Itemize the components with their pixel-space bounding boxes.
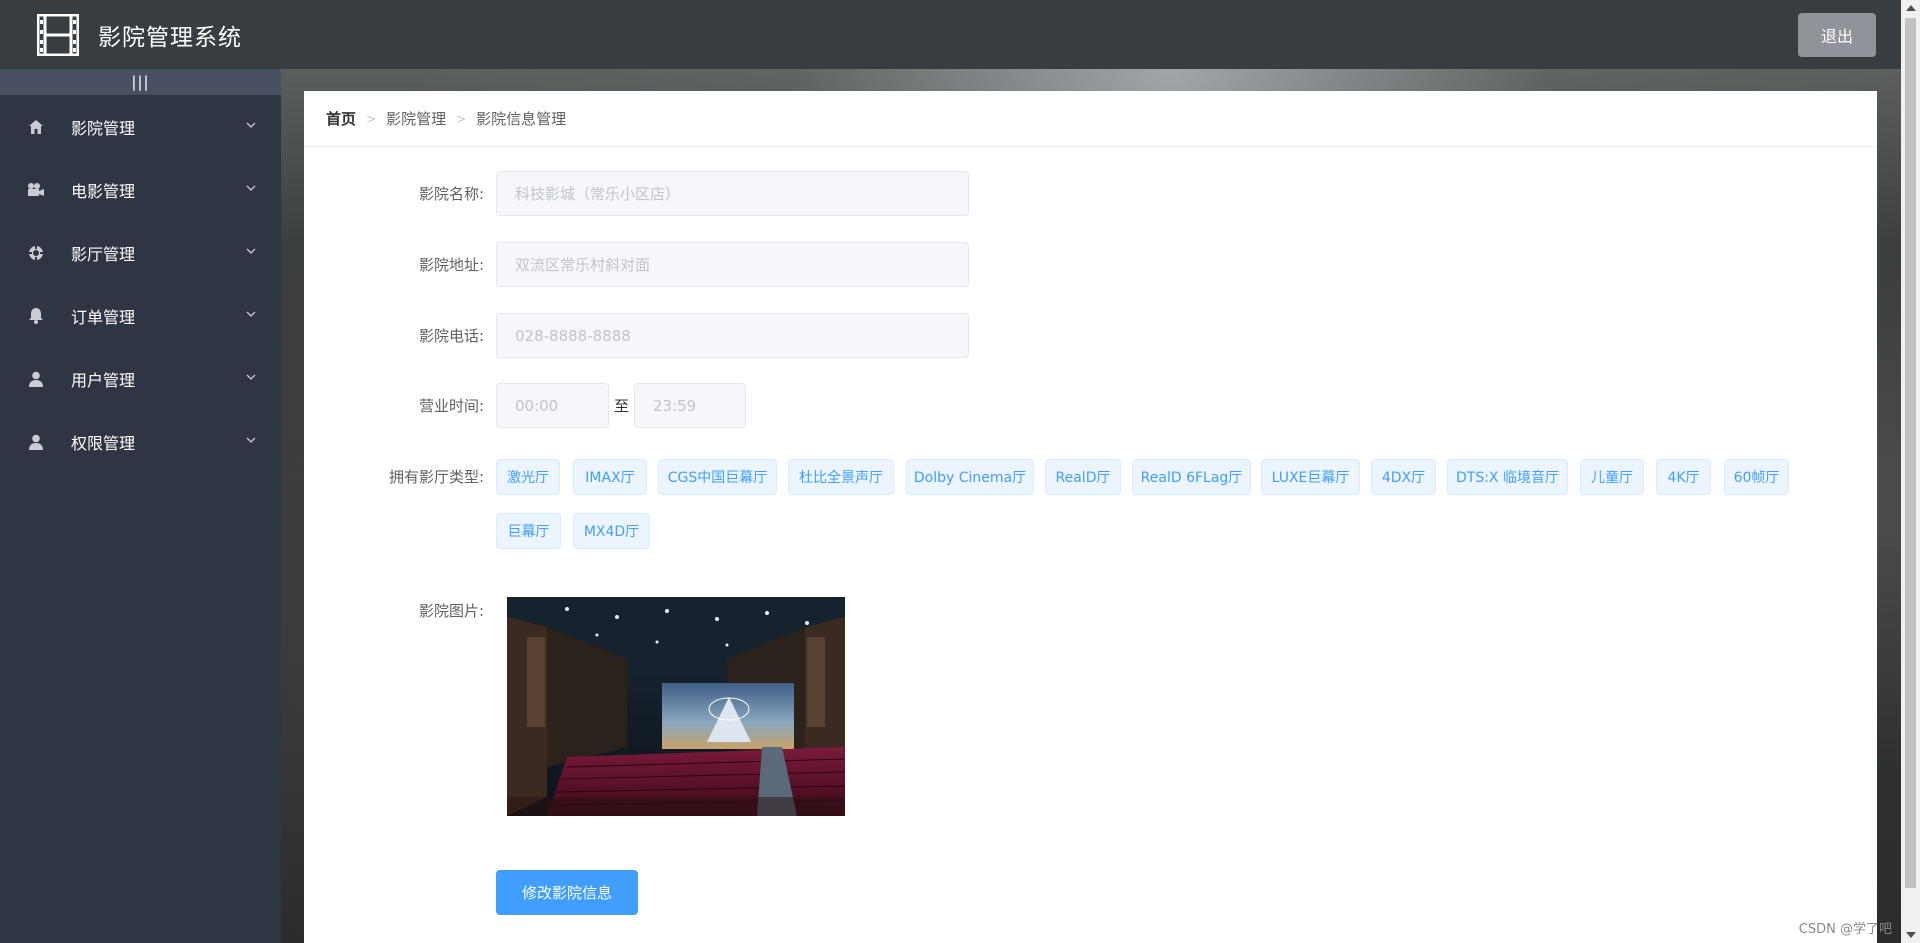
breadcrumb: 首页 > 影院管理 > 影院信息管理 — [304, 91, 1877, 147]
sidebar-item-order[interactable]: 订单管理 — [0, 284, 281, 347]
hall-type-tag: 4K厅 — [1656, 459, 1711, 495]
hall-type-tag: 杜比全景声厅 — [788, 459, 894, 495]
sidebar-item-movie[interactable]: 电影管理 — [0, 158, 281, 221]
hours-end-input[interactable]: 23:59 — [634, 383, 746, 428]
bell-icon — [26, 306, 46, 326]
sidebar-item-permission[interactable]: 权限管理 — [0, 410, 281, 473]
sidebar-item-label: 用户管理 — [71, 370, 136, 390]
sidebar-item-label: 权限管理 — [71, 433, 136, 453]
user-icon — [26, 432, 46, 452]
sidebar-collapse-toggle[interactable]: ||| — [0, 69, 281, 95]
hours-to-label: 至 — [614, 397, 630, 415]
logout-button[interactable]: 退出 — [1798, 13, 1876, 57]
cinema-phone-input[interactable]: 028-8888-8888 — [496, 313, 969, 358]
sidebar-item-user[interactable]: 用户管理 — [0, 347, 281, 410]
sidebar-item-label: 影院管理 — [71, 118, 136, 138]
home-icon — [26, 117, 46, 137]
hall-type-tag: RealD 6FLag厅 — [1132, 459, 1251, 495]
cinema-photo-illustration — [507, 597, 845, 816]
sidebar-item-cinema[interactable]: 影院管理 — [0, 95, 281, 158]
cinema-photo — [507, 597, 845, 816]
cinema-image-label: 影院图片: — [418, 602, 484, 620]
hall-type-tag: 儿童厅 — [1580, 459, 1644, 495]
business-hours-label: 营业时间: — [418, 397, 484, 415]
sidebar-item-label: 电影管理 — [71, 181, 136, 201]
sidebar-item-label: 订单管理 — [71, 307, 136, 327]
cinema-address-input[interactable]: 双流区常乐村斜对面 — [496, 242, 969, 287]
chevron-down-icon — [246, 248, 256, 254]
hall-type-tag: Dolby Cinema厅 — [906, 459, 1034, 495]
hall-type-tag: 巨幕厅 — [496, 513, 561, 549]
scroll-up-icon[interactable] — [1906, 5, 1916, 11]
chevron-down-icon — [246, 311, 256, 317]
hall-type-tag: 4DX厅 — [1371, 459, 1436, 495]
breadcrumb-separator-icon: > — [456, 111, 467, 126]
cinema-name-label: 影院名称: — [418, 185, 484, 203]
chevron-down-icon — [246, 374, 256, 380]
top-header: 影院管理系统 退出 — [0, 0, 1920, 69]
watermark: CSDN @学了吧 — [1798, 922, 1892, 937]
cinema-address-label: 影院地址: — [418, 256, 484, 274]
sidebar: ||| 影院管理 电影管理 影厅管理 订单管理 用户管理 权限管理 — [0, 69, 281, 943]
hall-type-tag: LUXE巨幕厅 — [1261, 459, 1360, 495]
chevron-down-icon — [246, 437, 256, 443]
breadcrumb-level1: 影院管理 — [386, 110, 447, 128]
hours-start-input[interactable]: 00:00 — [496, 383, 609, 428]
hall-type-tag: 60帧厅 — [1724, 459, 1789, 495]
hall-type-tag: 激光厅 — [496, 459, 560, 495]
hall-types-label: 拥有影厅类型: — [388, 468, 484, 486]
hall-type-tag: CGS中国巨幕厅 — [658, 459, 777, 495]
breadcrumb-home[interactable]: 首页 — [326, 108, 356, 129]
hall-type-tag: RealD厅 — [1045, 459, 1121, 495]
chevron-down-icon — [246, 185, 256, 191]
breadcrumb-separator-icon: > — [366, 111, 377, 126]
scrollbar-thumb[interactable] — [1905, 18, 1916, 888]
camera-icon — [26, 180, 46, 200]
cinema-name-input[interactable]: 科技影城（常乐小区店） — [496, 171, 969, 216]
sidebar-item-hall[interactable]: 影厅管理 — [0, 221, 281, 284]
scroll-down-icon[interactable] — [1906, 932, 1916, 938]
hall-type-tag: DTS:X 临境音厅 — [1447, 459, 1568, 495]
chevron-down-icon — [246, 122, 256, 128]
page-scrollbar[interactable] — [1901, 0, 1920, 943]
user-icon — [26, 369, 46, 389]
sidebar-item-label: 影厅管理 — [71, 244, 136, 264]
app-title: 影院管理系统 — [98, 24, 242, 51]
breadcrumb-level2: 影院信息管理 — [476, 110, 567, 128]
film-logo-icon — [37, 13, 79, 56]
cinema-phone-label: 影院电话: — [418, 327, 484, 345]
update-cinema-button[interactable]: 修改影院信息 — [496, 870, 638, 915]
target-icon — [26, 243, 46, 263]
hall-type-tag: MX4D厅 — [573, 513, 650, 549]
hall-type-tag: IMAX厅 — [573, 459, 647, 495]
